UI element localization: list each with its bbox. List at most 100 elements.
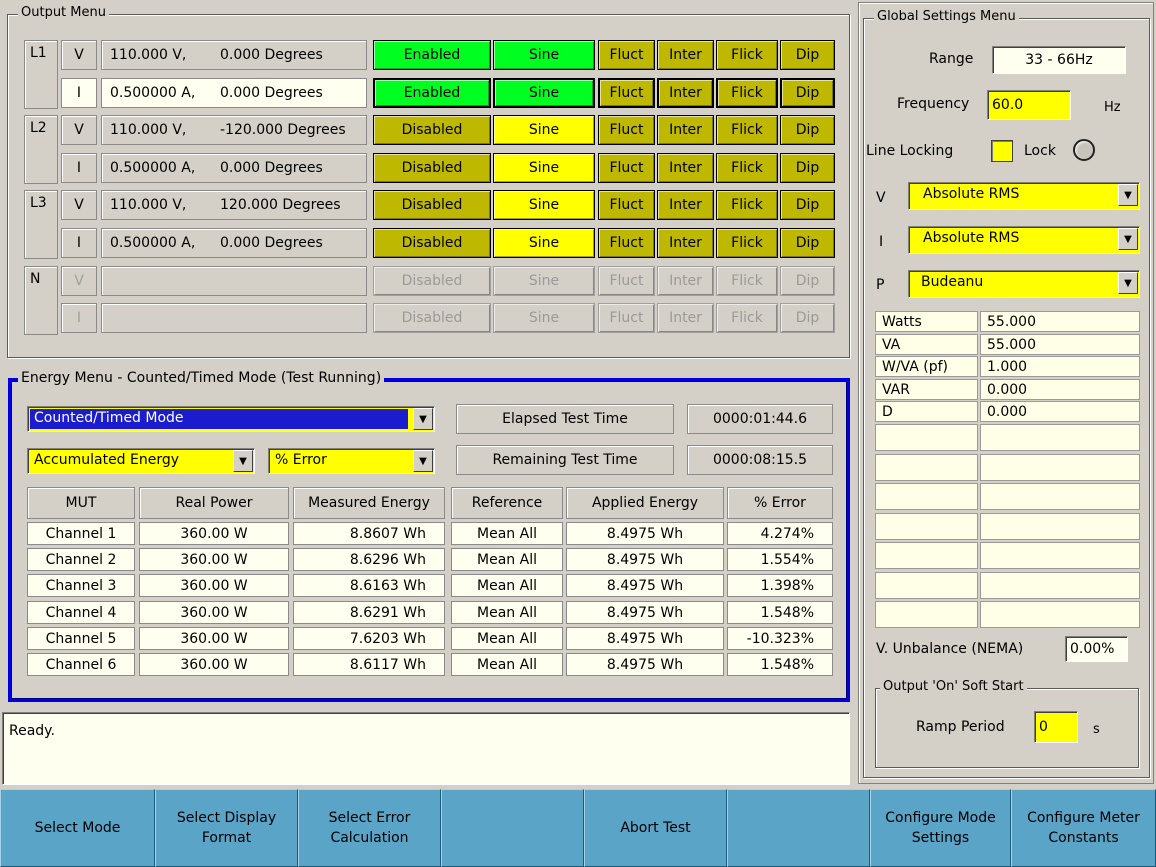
output-state-button[interactable]: Enabled [373,78,491,108]
fluct-button[interactable]: Fluct [598,115,655,145]
fluct-button[interactable]: Fluct [598,266,655,296]
ramp-period-field[interactable]: 0 [1034,711,1078,743]
select-error-calculation-button[interactable]: Select Error Calculation [298,789,441,867]
output-value-cell[interactable] [101,266,367,296]
fluct-button[interactable]: Fluct [598,153,655,183]
measurement-label: VAR [875,379,978,400]
output-value-cell[interactable]: 0.500000 A, 0.000 Degrees [101,78,367,108]
fluct-button[interactable]: Fluct [598,78,655,108]
output-state-button[interactable]: Disabled [373,228,491,258]
output-value-cell[interactable] [101,303,367,333]
fluct-button[interactable]: Fluct [598,228,655,258]
chevron-down-icon[interactable]: ▼ [413,450,433,472]
waveform-button[interactable]: Sine [493,40,595,70]
fluct-button[interactable]: Fluct [598,40,655,70]
energy-table-cell: 1.548% [727,601,833,624]
output-state-button[interactable]: Disabled [373,190,491,220]
dip-button[interactable]: Dip [780,40,835,70]
output-value-cell[interactable]: 0.500000 A, 0.000 Degrees [101,228,367,258]
energy-table-header: Applied Energy [566,487,724,519]
flick-button[interactable]: Flick [716,153,778,183]
flick-button[interactable]: Flick [716,228,778,258]
configure-mode-settings-button[interactable]: Configure Mode Settings [870,789,1011,867]
dip-button[interactable]: Dip [780,190,835,220]
fluct-button[interactable]: Fluct [598,303,655,333]
flick-button[interactable]: Flick [716,190,778,220]
i-mode-select[interactable]: Absolute RMS ▼ [908,226,1140,254]
inter-button[interactable]: Inter [657,190,714,220]
inter-button[interactable]: Inter [657,40,714,70]
range-field[interactable]: 33 - 66Hz [992,46,1126,74]
p-mode-select[interactable]: Budeanu ▼ [908,270,1140,298]
output-state-button[interactable]: Disabled [373,115,491,145]
output-value-cell[interactable]: 110.000 V, -120.000 Degrees [101,115,367,145]
dip-button[interactable]: Dip [780,78,835,108]
waveform-button[interactable]: Sine [493,115,595,145]
inter-button[interactable]: Inter [657,266,714,296]
energy-table-cell: 1.548% [727,653,833,676]
flick-button[interactable]: Flick [716,303,778,333]
measurement-label: VA [875,334,978,355]
output-state-button[interactable]: Disabled [373,303,491,333]
inter-button[interactable]: Inter [657,228,714,258]
error-calc-select[interactable]: % Error ▼ [268,448,435,474]
chevron-down-icon[interactable]: ▼ [1118,184,1138,206]
select-display-format-button[interactable]: Select Display Format [155,789,298,867]
flick-button[interactable]: Flick [716,78,778,108]
inter-button[interactable]: Inter [657,78,714,108]
flick-button[interactable]: Flick [716,266,778,296]
mode-select[interactable]: Counted/Timed Mode ▼ [27,406,435,432]
energy-table-cell: 360.00 W [139,574,289,597]
energy-table-cell: 8.4975 Wh [566,653,724,676]
abort-test-button[interactable]: Abort Test [584,789,727,867]
energy-table-cell: Channel 3 [27,574,135,597]
dip-button[interactable]: Dip [780,303,835,333]
inter-button[interactable]: Inter [657,115,714,145]
select-mode-button[interactable]: Select Mode [0,789,155,867]
waveform-button[interactable]: Sine [493,190,595,220]
blank-button-6[interactable] [727,789,870,867]
chevron-down-icon[interactable]: ▼ [1118,228,1138,250]
flick-button[interactable]: Flick [716,40,778,70]
mode-select-value: Counted/Timed Mode [34,410,184,426]
line-locking-checkbox[interactable] [991,140,1013,162]
display-format-value: Accumulated Energy [34,452,180,468]
v-mode-select[interactable]: Absolute RMS ▼ [908,182,1140,210]
waveform-button[interactable]: Sine [493,78,595,108]
waveform-button[interactable]: Sine [493,228,595,258]
energy-table-cell: 1.554% [727,548,833,571]
chevron-down-icon[interactable]: ▼ [233,450,253,472]
energy-table-cell: Mean All [451,601,563,624]
measurement-value [980,572,1140,599]
output-state-button[interactable]: Enabled [373,40,491,70]
energy-table-cell: 4.274% [727,522,833,545]
output-value-cell[interactable]: 0.500000 A, 0.000 Degrees [101,153,367,183]
waveform-button[interactable]: Sine [493,153,595,183]
flick-button[interactable]: Flick [716,115,778,145]
blank-button-4[interactable] [441,789,584,867]
output-type-label: V [61,40,97,70]
dip-button[interactable]: Dip [780,266,835,296]
fluct-button[interactable]: Fluct [598,190,655,220]
display-format-select[interactable]: Accumulated Energy ▼ [27,448,255,474]
output-state-button[interactable]: Disabled [373,153,491,183]
chevron-down-icon[interactable]: ▼ [1118,272,1138,294]
output-value-cell[interactable]: 110.000 V, 0.000 Degrees [101,40,367,70]
phase-label: L2 [24,115,58,184]
dip-button[interactable]: Dip [780,153,835,183]
dip-button[interactable]: Dip [780,115,835,145]
inter-button[interactable]: Inter [657,303,714,333]
inter-button[interactable]: Inter [657,153,714,183]
energy-table-cell: 360.00 W [139,627,289,650]
measurement-label [875,572,978,599]
configure-meter-constants-button[interactable]: Configure Meter Constants [1011,789,1156,867]
waveform-button[interactable]: Sine [493,266,595,296]
chevron-down-icon[interactable]: ▼ [413,408,433,430]
frequency-field[interactable]: 60.0 [987,90,1071,120]
output-angle: 0.000 Degrees [220,160,323,176]
output-state-button[interactable]: Disabled [373,266,491,296]
dip-button[interactable]: Dip [780,228,835,258]
energy-table-header: Reference [451,487,563,519]
waveform-button[interactable]: Sine [493,303,595,333]
output-value-cell[interactable]: 110.000 V, 120.000 Degrees [101,190,367,220]
